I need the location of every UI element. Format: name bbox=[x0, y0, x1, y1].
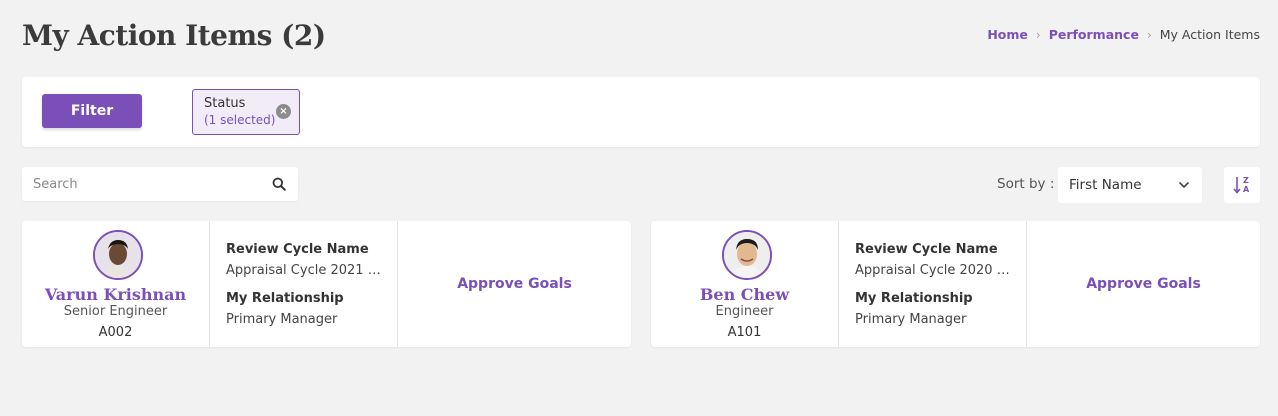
review-cycle-label: Review Cycle Name bbox=[855, 242, 998, 257]
breadcrumb: Home › Performance › My Action Items bbox=[987, 27, 1260, 42]
review-cycle-label: Review Cycle Name bbox=[226, 242, 369, 257]
avatar[interactable] bbox=[93, 230, 143, 280]
breadcrumb-home-link[interactable]: Home bbox=[987, 27, 1028, 42]
approve-goals-link[interactable]: Approve Goals bbox=[1086, 276, 1201, 292]
review-cycle-value: Appraisal Cycle 2021 - 2... bbox=[226, 263, 382, 278]
svg-text:A: A bbox=[1243, 185, 1250, 194]
card-details: Review Cycle Name Appraisal Cycle 2020 -… bbox=[839, 221, 1027, 347]
person-id: A101 bbox=[727, 325, 762, 340]
search-icon[interactable] bbox=[272, 177, 286, 191]
card-person: Ben Chew Engineer A101 bbox=[651, 221, 839, 347]
search-input[interactable] bbox=[22, 167, 262, 201]
card-action: Approve Goals bbox=[398, 221, 631, 347]
breadcrumb-separator: › bbox=[1035, 27, 1041, 42]
chip-subtitle: (1 selected) bbox=[204, 113, 276, 127]
person-role: Engineer bbox=[715, 304, 774, 319]
relationship-value: Primary Manager bbox=[226, 312, 338, 327]
breadcrumb-current: My Action Items bbox=[1159, 27, 1260, 42]
relationship-label: My Relationship bbox=[855, 291, 973, 306]
person-id: A002 bbox=[98, 325, 133, 340]
filter-bar: Filter Status (1 selected) × bbox=[22, 77, 1260, 147]
sort-alpha-desc-icon: Z A bbox=[1233, 176, 1250, 194]
action-item-card: Varun Krishnan Senior Engineer A002 Revi… bbox=[22, 221, 631, 347]
sort-select[interactable]: First Name bbox=[1058, 167, 1202, 203]
card-action: Approve Goals bbox=[1027, 221, 1260, 347]
card-person: Varun Krishnan Senior Engineer A002 bbox=[22, 221, 210, 347]
page-title: My Action Items (2) bbox=[22, 19, 326, 52]
person-name[interactable]: Varun Krishnan bbox=[22, 285, 209, 304]
avatar[interactable] bbox=[722, 230, 772, 280]
filter-button[interactable]: Filter bbox=[42, 94, 142, 128]
status-filter-chip[interactable]: Status (1 selected) × bbox=[192, 89, 300, 135]
card-details: Review Cycle Name Appraisal Cycle 2021 -… bbox=[210, 221, 398, 347]
svg-text:Z: Z bbox=[1243, 176, 1249, 185]
close-circle-icon[interactable]: × bbox=[276, 104, 291, 119]
breadcrumb-separator: › bbox=[1146, 27, 1152, 42]
sort-label: Sort by : bbox=[997, 176, 1055, 192]
action-item-card: Ben Chew Engineer A101 Review Cycle Name… bbox=[651, 221, 1260, 347]
sort-order-button[interactable]: Z A bbox=[1224, 167, 1260, 203]
sort-selected-value: First Name bbox=[1069, 177, 1142, 193]
review-cycle-value: Appraisal Cycle 2020 - ... bbox=[855, 263, 1011, 278]
breadcrumb-performance-link[interactable]: Performance bbox=[1049, 27, 1139, 42]
relationship-value: Primary Manager bbox=[855, 312, 967, 327]
person-role: Senior Engineer bbox=[63, 304, 168, 319]
relationship-label: My Relationship bbox=[226, 291, 344, 306]
chevron-down-icon bbox=[1178, 181, 1190, 189]
person-name[interactable]: Ben Chew bbox=[651, 285, 838, 304]
approve-goals-link[interactable]: Approve Goals bbox=[457, 276, 572, 292]
search-box bbox=[22, 167, 298, 201]
